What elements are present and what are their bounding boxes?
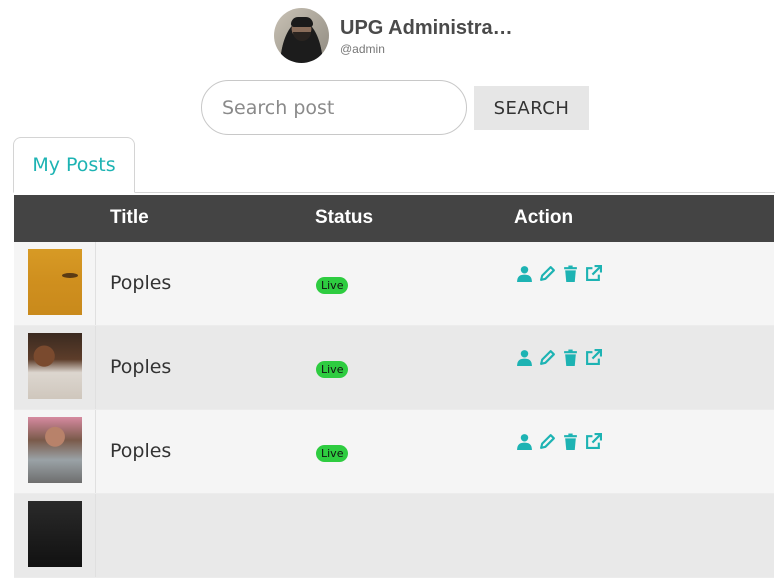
user-icon[interactable] — [516, 433, 533, 450]
avatar[interactable] — [274, 8, 329, 63]
thumbnail-cell — [14, 410, 96, 493]
row-actions — [516, 349, 602, 366]
profile-header: UPG Administra… @admin — [274, 8, 513, 63]
status-badge: Live — [316, 277, 349, 294]
search-button[interactable]: SEARCH — [474, 86, 589, 130]
tab-my-posts[interactable]: My Posts — [13, 137, 135, 193]
table-row: Poples Live — [14, 242, 774, 326]
post-thumbnail[interactable] — [28, 417, 82, 483]
search-input[interactable] — [201, 80, 467, 135]
user-icon[interactable] — [516, 265, 533, 282]
user-icon[interactable] — [516, 349, 533, 366]
status-badge: Live — [316, 445, 349, 462]
trash-icon[interactable] — [562, 349, 579, 366]
external-link-icon[interactable] — [585, 265, 602, 282]
pencil-icon[interactable] — [539, 349, 556, 366]
post-title[interactable]: Poples — [110, 440, 171, 462]
post-thumbnail[interactable] — [28, 249, 82, 315]
trash-icon[interactable] — [562, 433, 579, 450]
column-header-action: Action — [514, 207, 574, 228]
post-thumbnail[interactable] — [28, 501, 82, 567]
column-header-status[interactable]: Status — [315, 207, 373, 229]
table-row — [14, 494, 774, 578]
profile-name: UPG Administra… — [340, 16, 513, 39]
table-row: Poples Live — [14, 326, 774, 410]
status-badge: Live — [316, 361, 349, 378]
row-actions — [516, 433, 602, 450]
external-link-icon[interactable] — [585, 349, 602, 366]
post-title[interactable]: Poples — [110, 356, 171, 378]
thumbnail-cell — [14, 326, 96, 409]
thumbnail-cell — [14, 242, 96, 325]
post-title[interactable]: Poples — [110, 272, 171, 294]
profile-text: UPG Administra… @admin — [340, 16, 513, 56]
pencil-icon[interactable] — [539, 265, 556, 282]
pencil-icon[interactable] — [539, 433, 556, 450]
external-link-icon[interactable] — [585, 433, 602, 450]
row-actions — [516, 265, 602, 282]
thumbnail-cell — [14, 494, 96, 577]
trash-icon[interactable] — [562, 265, 579, 282]
column-header-title[interactable]: Title — [110, 207, 149, 229]
posts-table: Title Status Action Poples Live Poples L… — [14, 195, 774, 578]
table-header: Title Status Action — [14, 195, 774, 242]
profile-handle: @admin — [340, 41, 385, 56]
table-row: Poples Live — [14, 410, 774, 494]
post-thumbnail[interactable] — [28, 333, 82, 399]
